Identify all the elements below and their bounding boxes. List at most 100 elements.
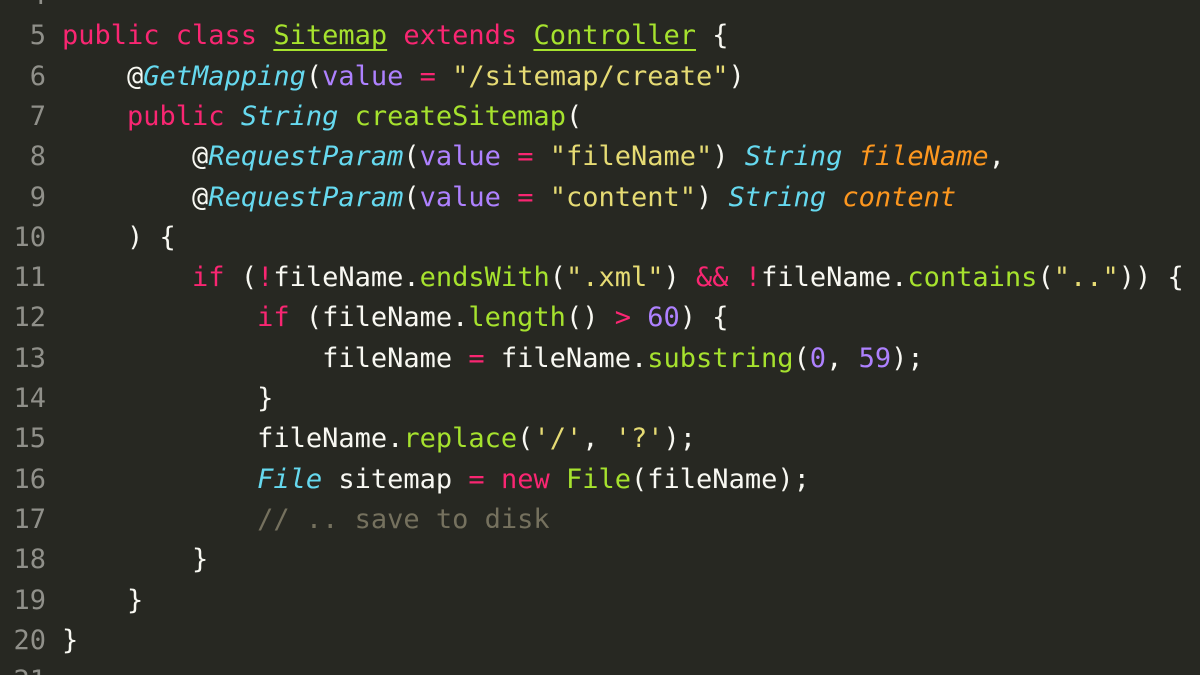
code-line[interactable]: 5 public class Sitemap extends Controller… bbox=[0, 16, 1200, 56]
code-token: > bbox=[614, 302, 631, 334]
code-text: @GetMapping(value = "/sitemap/create") bbox=[62, 57, 745, 97]
code-token: @ bbox=[62, 181, 209, 213]
code-token: () bbox=[565, 302, 615, 334]
code-text: if (!fileName.endsWith(".xml") && !fileN… bbox=[62, 258, 1184, 298]
code-line[interactable]: 12 if (fileName.length() > 60) { bbox=[0, 298, 1200, 338]
code-token: ) { bbox=[679, 302, 729, 334]
code-token: } bbox=[62, 624, 79, 656]
code-line[interactable]: 17 // .. save to disk bbox=[0, 500, 1200, 540]
line-number: 18 bbox=[13, 544, 46, 576]
code-token: String bbox=[728, 181, 827, 213]
code-token: = bbox=[403, 60, 453, 92]
code-token: , bbox=[826, 342, 859, 374]
code-token: ) bbox=[696, 181, 729, 213]
code-line[interactable]: 11 if (!fileName.endsWith(".xml") && !fi… bbox=[0, 258, 1200, 298]
code-token: ( bbox=[1037, 262, 1054, 294]
code-token: '/' bbox=[533, 423, 583, 455]
code-token: File bbox=[566, 463, 632, 495]
line-number: 20 bbox=[13, 624, 46, 656]
code-token: = bbox=[500, 141, 550, 173]
code-line[interactable]: 6 @GetMapping(value = "/sitemap/create") bbox=[0, 57, 1200, 97]
code-text: public String createSitemap( bbox=[62, 97, 582, 137]
code-line[interactable]: 8 @RequestParam(value = "fileName") Stri… bbox=[0, 137, 1200, 177]
code-token: ( bbox=[224, 262, 258, 294]
code-token: ) bbox=[712, 141, 745, 173]
code-text: if (fileName.length() > 60) { bbox=[62, 298, 729, 338]
code-line[interactable]: 21 bbox=[0, 661, 1200, 675]
line-number: 21 bbox=[0, 661, 46, 675]
code-token: = bbox=[468, 463, 485, 495]
code-token: '?' bbox=[614, 423, 664, 455]
code-line[interactable]: 7 public String createSitemap( bbox=[0, 97, 1200, 137]
code-token: = bbox=[500, 181, 550, 213]
code-token: Sitemap bbox=[273, 20, 388, 52]
code-token: } bbox=[62, 383, 274, 414]
code-line[interactable]: 13 fileName = fileName.substring(0, 59); bbox=[0, 339, 1200, 379]
line-number: 15 bbox=[13, 423, 46, 455]
code-token: ( bbox=[305, 60, 323, 92]
code-token: ( bbox=[517, 423, 534, 455]
code-token: ); bbox=[891, 342, 924, 374]
code-line[interactable]: 15 fileName.replace('/', '?'); bbox=[0, 419, 1200, 459]
code-line[interactable]: 9 @RequestParam(value = "content") Strin… bbox=[0, 178, 1200, 218]
code-token: 60 bbox=[647, 302, 680, 334]
code-token: ! bbox=[257, 262, 274, 294]
code-line[interactable]: 4 bbox=[0, 0, 1200, 16]
code-token: content bbox=[842, 181, 957, 213]
code-token: extends bbox=[387, 20, 534, 52]
code-line[interactable]: 20} bbox=[0, 621, 1200, 661]
code-line[interactable]: 19 } bbox=[0, 581, 1200, 621]
code-token: "fileName" bbox=[549, 141, 713, 173]
line-number: 6 bbox=[29, 60, 46, 92]
code-token: String bbox=[240, 100, 339, 132]
code-token: (fileName); bbox=[631, 463, 810, 495]
code-token: ( bbox=[403, 141, 420, 173]
code-line[interactable]: 18 } bbox=[0, 540, 1200, 580]
code-token: fileName bbox=[62, 342, 469, 374]
code-token: substring bbox=[647, 342, 794, 374]
code-token: "/sitemap/create" bbox=[452, 60, 729, 92]
code-token: public class bbox=[62, 20, 274, 52]
code-text: fileName.replace('/', '?'); bbox=[62, 419, 696, 459]
code-token: ".xml" bbox=[565, 262, 664, 294]
line-number: 7 bbox=[29, 100, 46, 132]
code-token: contains bbox=[907, 262, 1038, 294]
code-line[interactable]: 16 File sitemap = new File(fileName); bbox=[0, 460, 1200, 500]
code-token: ".." bbox=[1053, 262, 1119, 294]
code-token: @ bbox=[62, 141, 209, 173]
code-editor[interactable]: 4 5 public class Sitemap extends Controlle… bbox=[0, 0, 1200, 675]
code-text: } bbox=[62, 540, 208, 580]
code-token: if bbox=[62, 262, 225, 294]
code-token: ( bbox=[565, 100, 583, 132]
line-number: 9 bbox=[29, 181, 46, 213]
line-number: 10 bbox=[13, 221, 46, 253]
code-text: fileName = fileName.substring(0, 59); bbox=[62, 339, 924, 379]
line-number: 13 bbox=[13, 342, 46, 374]
code-text: @RequestParam(value = "content") String … bbox=[62, 178, 956, 218]
code-token: } bbox=[62, 584, 144, 616]
code-line[interactable]: 14 } bbox=[0, 379, 1200, 419]
line-number: 8 bbox=[29, 141, 46, 173]
code-token: length bbox=[468, 302, 566, 334]
code-token: , bbox=[582, 423, 615, 455]
code-token: value bbox=[419, 141, 501, 173]
code-token: // .. save to disk bbox=[62, 503, 550, 535]
code-token: fileName bbox=[858, 141, 989, 173]
code-token: RequestParam bbox=[208, 181, 404, 213]
code-token: ( bbox=[549, 262, 566, 294]
code-token: if bbox=[62, 302, 290, 334]
code-token: RequestParam bbox=[208, 141, 404, 173]
code-token: } bbox=[62, 544, 209, 576]
code-token: ! bbox=[744, 262, 762, 294]
code-line[interactable]: 10 ) { bbox=[0, 218, 1200, 258]
code-token: ( bbox=[403, 181, 420, 213]
code-text: } bbox=[62, 379, 273, 419]
code-token: { bbox=[696, 20, 729, 52]
code-text: ) { bbox=[62, 218, 176, 258]
code-token: fileName. bbox=[761, 262, 908, 294]
